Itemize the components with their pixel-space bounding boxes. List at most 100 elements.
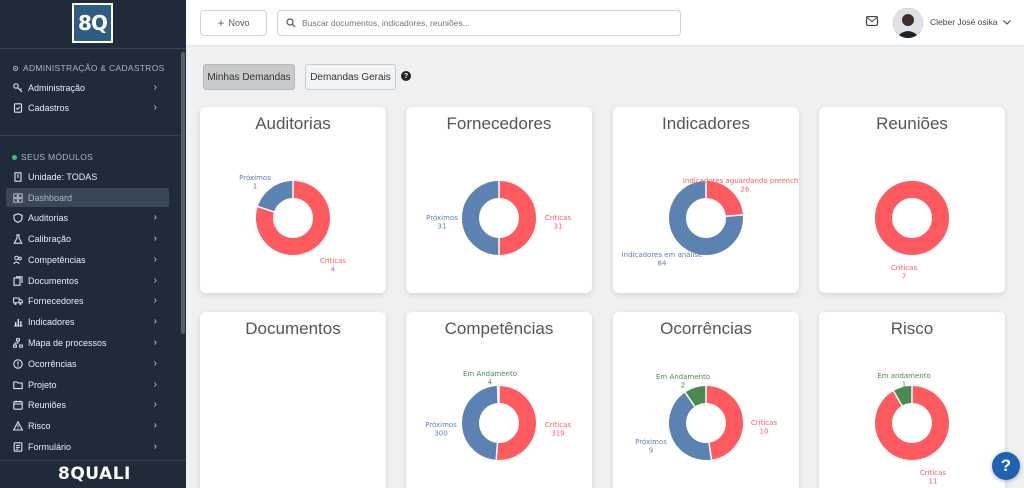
- chevron-right-icon: ›: [153, 420, 157, 431]
- shield-icon: [13, 212, 23, 223]
- sidebar-item-dashboard[interactable]: Dashboard: [6, 188, 169, 207]
- donut-slice[interactable]: [705, 386, 743, 460]
- card-title: Ocorrências: [660, 319, 752, 338]
- chevron-right-icon: ›: [153, 275, 157, 286]
- sidebar-item-cadastros[interactable]: Cadastros ›: [6, 98, 169, 117]
- slice-label: Indicadores em análise: [622, 251, 703, 259]
- donut-slice[interactable]: [496, 386, 536, 460]
- sidebar-item-label: Indicadores: [28, 316, 75, 327]
- dashboard-icon: [13, 192, 23, 203]
- chevron-right-icon: ›: [153, 337, 157, 348]
- donut-chart: Críticas31Próximos31: [426, 181, 572, 255]
- user-name: Cleber José osika: [930, 17, 998, 27]
- chevron-right-icon: ›: [153, 212, 157, 223]
- app-logo[interactable]: 8Q: [72, 3, 113, 43]
- card-title: Reuniões: [876, 114, 948, 133]
- card-indicadores[interactable]: Indicadores Indicadores aguardando preenc…: [613, 107, 799, 293]
- sidebar-item-calibracao[interactable]: Calibração ›: [6, 229, 169, 248]
- chevron-right-icon: ›: [153, 441, 157, 452]
- tab-my-demands[interactable]: Minhas Demandas: [203, 64, 295, 90]
- card-competencias[interactable]: Competências Críticas 319 Próximos 300 Em And…: [406, 312, 592, 488]
- card-ocorrencias[interactable]: Ocorrências Críticas 10 Próximos 9 Em Andamen…: [613, 312, 799, 488]
- sitemap-icon: [13, 337, 23, 348]
- donut-slice[interactable]: [669, 392, 712, 460]
- user-menu[interactable]: Cleber José osika: [930, 17, 1011, 27]
- chevron-right-icon: ›: [153, 358, 157, 369]
- donut-slice[interactable]: [875, 181, 949, 255]
- card-reunioes[interactable]: Reuniões Críticas 7: [819, 107, 1005, 293]
- sidebar-item-label: Reuniões: [28, 399, 67, 410]
- section-modules-header: SEUS MÓDULOS: [12, 152, 93, 162]
- donut-slice[interactable]: [705, 181, 743, 217]
- search-input[interactable]: [302, 18, 672, 28]
- card-title: Auditorias: [255, 114, 331, 133]
- sidebar-item-formulario[interactable]: Formulário ›: [6, 437, 169, 456]
- chevron-right-icon: ›: [153, 379, 157, 390]
- slice-label: Críticas: [751, 419, 778, 427]
- tab-general-demands[interactable]: Demandas Gerais: [305, 64, 396, 90]
- sidebar-item-reunioes[interactable]: Reuniões ›: [6, 395, 169, 414]
- card-risco[interactable]: Risco Críticas 11 Em andamento 1: [819, 312, 1005, 488]
- slice-value: 31: [438, 223, 447, 231]
- sidebar-item-indicadores[interactable]: Indicadores ›: [6, 312, 169, 331]
- sidebar-item-label: Auditorias: [28, 212, 69, 223]
- donut-slice[interactable]: [875, 386, 949, 460]
- slice-value: 1: [253, 183, 257, 191]
- slice-value: 1: [902, 381, 906, 389]
- donut-chart: Críticas4 Próximos1: [239, 174, 346, 274]
- donut-slice[interactable]: [498, 181, 536, 255]
- new-button[interactable]: + Novo: [200, 10, 267, 36]
- flask-icon: [13, 233, 23, 244]
- sidebar-item-projeto[interactable]: Projeto ›: [6, 375, 169, 394]
- divider: [0, 460, 186, 461]
- slice-label: Críticas: [545, 214, 572, 222]
- sidebar-scrollbar[interactable]: [181, 52, 185, 334]
- users-icon: [13, 255, 22, 264]
- card-fornecedores[interactable]: Fornecedores Críticas 31 Próximos 31: [406, 107, 592, 293]
- donut-slice[interactable]: [685, 386, 707, 407]
- divider: [0, 48, 186, 49]
- help-chat-button[interactable]: ?: [992, 452, 1020, 480]
- sidebar-item-ocorrencias[interactable]: Ocorrências ›: [6, 354, 169, 373]
- donut-chart: Críticas7: [875, 181, 949, 281]
- bar-chart-icon: [14, 318, 23, 326]
- slice-value: 9: [649, 447, 653, 455]
- card-documentos[interactable]: Documentos: [200, 312, 386, 488]
- sidebar: 8Q ADMINISTRAÇÃO & CADASTROS Administraç…: [0, 0, 186, 488]
- sidebar-item-auditorias[interactable]: Auditorias ›: [6, 208, 169, 227]
- donut-slice[interactable]: [257, 181, 294, 213]
- card-title: Risco: [890, 319, 934, 338]
- building-icon: [14, 171, 22, 182]
- mail-icon[interactable]: [866, 16, 878, 26]
- sidebar-item-administracao[interactable]: Administração ›: [6, 78, 169, 97]
- avatar[interactable]: [893, 8, 923, 38]
- sidebar-item-risco[interactable]: Risco ›: [6, 416, 169, 435]
- sidebar-item-fornecedores[interactable]: Fornecedores ›: [6, 291, 169, 310]
- slice-label: Críticas: [891, 264, 918, 272]
- donut-chart: Críticas11 Em andamento1: [875, 372, 949, 486]
- sidebar-item-documentos[interactable]: Documentos ›: [6, 271, 169, 290]
- help-icon[interactable]: ?: [401, 71, 411, 81]
- slice-value: 319: [551, 430, 564, 438]
- chevron-right-icon: ›: [153, 102, 157, 113]
- sidebar-item-label: Projeto: [28, 379, 57, 390]
- donut-chart: Indicadores aguardando preenchim26 Indica…: [622, 177, 799, 268]
- donut-slice[interactable]: [893, 386, 913, 406]
- truck-icon: [13, 297, 23, 305]
- card-title: Documentos: [245, 319, 341, 338]
- sidebar-item-unidade-todas[interactable]: Unidade: TODAS: [6, 167, 169, 186]
- folder-icon: [13, 380, 23, 389]
- new-button-label: Novo: [228, 18, 250, 28]
- card-auditorias[interactable]: Auditorias Críticas 4 Próximos 1: [200, 107, 386, 293]
- sidebar-item-mapa-de-processos[interactable]: Mapa de processos ›: [6, 333, 169, 352]
- sidebar-item-label: Ocorrências: [28, 358, 77, 369]
- slice-value: 10: [760, 428, 769, 436]
- search-box: [277, 10, 681, 36]
- slice-value: 2: [681, 382, 685, 390]
- sidebar-item-competencias[interactable]: Competências ›: [6, 250, 169, 269]
- donut-slice[interactable]: [462, 386, 499, 460]
- chevron-right-icon: ›: [153, 82, 157, 93]
- donut-chart: [200, 348, 386, 488]
- chevron-down-icon: [1002, 19, 1011, 25]
- donut-slice[interactable]: [462, 181, 500, 255]
